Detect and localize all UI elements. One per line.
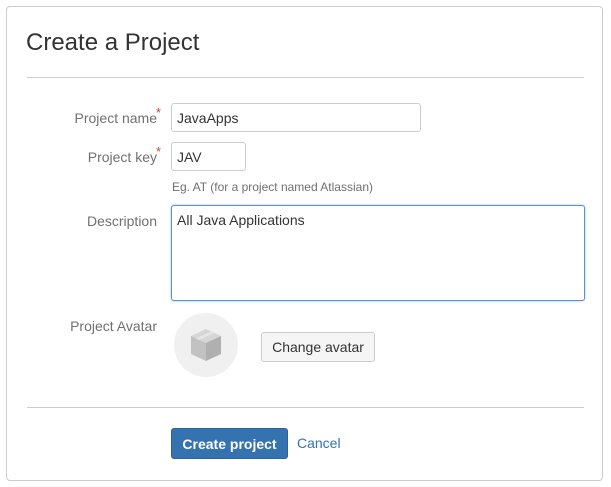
project-name-label: Project name <box>74 110 157 126</box>
change-avatar-button[interactable]: Change avatar <box>261 332 375 362</box>
cancel-link[interactable]: Cancel <box>297 435 341 451</box>
header-divider <box>27 77 584 78</box>
project-key-input[interactable] <box>171 142 246 171</box>
project-key-label: Project key <box>87 149 157 165</box>
footer-divider <box>27 407 584 408</box>
box-icon <box>191 329 221 361</box>
dialog-title: Create a Project <box>26 29 200 56</box>
description-textarea[interactable]: All Java Applications <box>171 205 585 301</box>
project-name-input[interactable] <box>171 103 421 132</box>
description-label: Description <box>86 213 157 229</box>
project-avatar-label: Project Avatar <box>70 318 157 334</box>
project-name-required-marker: * <box>156 105 162 120</box>
create-project-dialog: Create a Project Project name * Project … <box>6 6 603 481</box>
create-project-button[interactable]: Create project <box>171 428 288 459</box>
project-avatar <box>174 313 238 377</box>
project-key-hint: Eg. AT (for a project named Atlassian) <box>172 180 373 194</box>
project-key-required-marker: * <box>156 144 162 159</box>
